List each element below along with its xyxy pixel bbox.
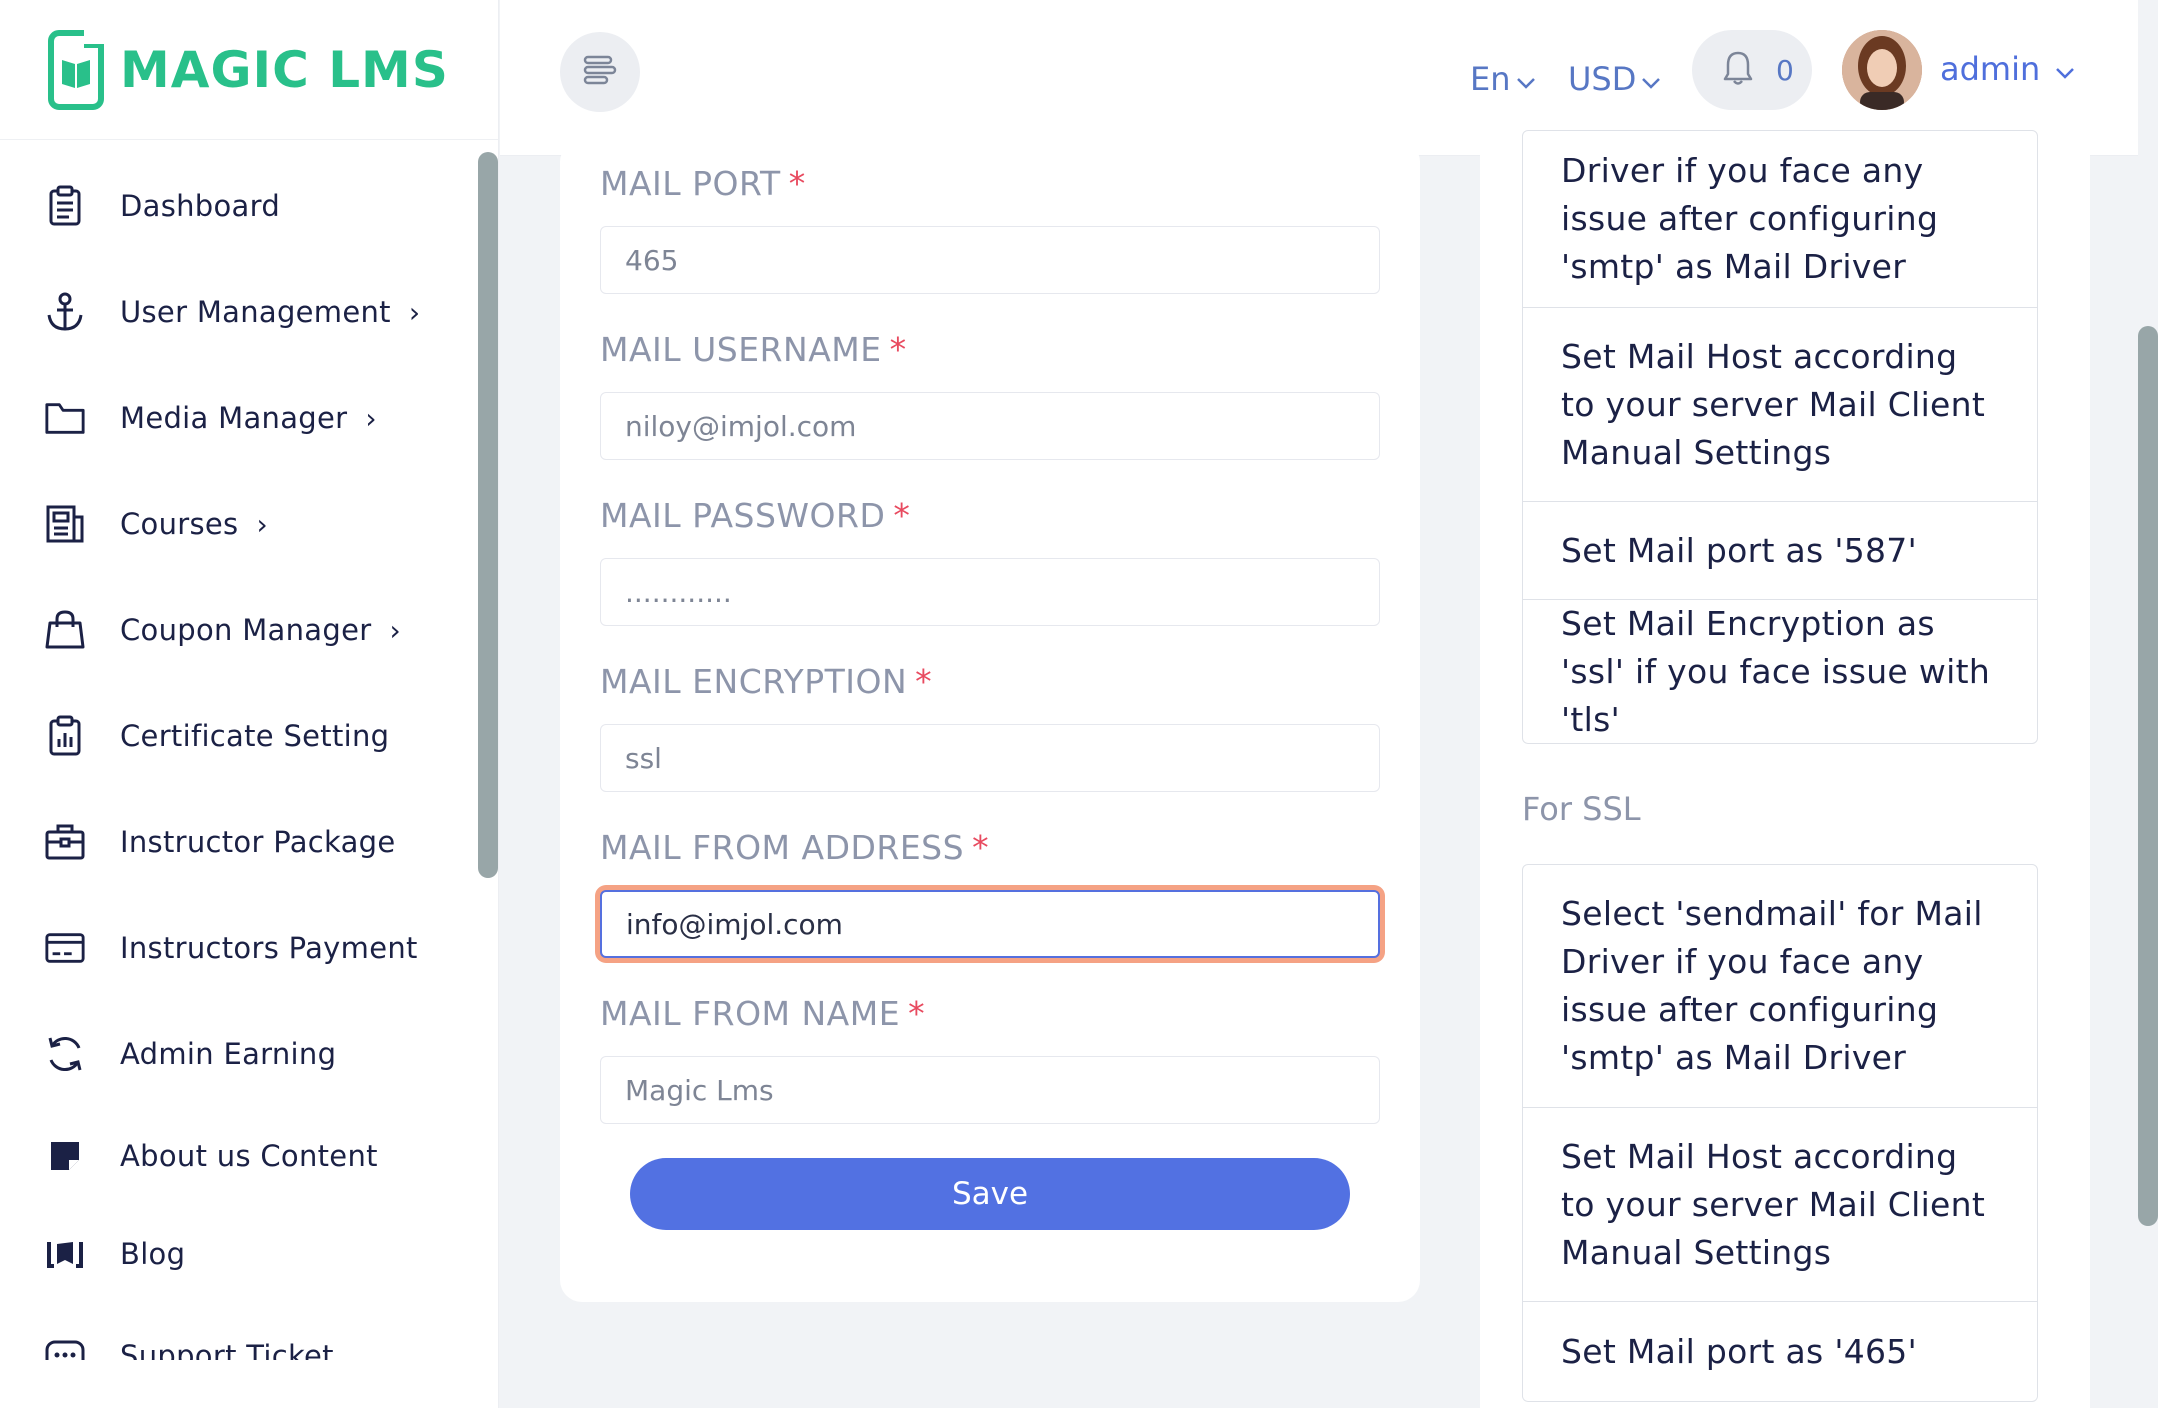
save-button[interactable]: Save (630, 1158, 1350, 1230)
list-item: Driver if you face any issue after confi… (1561, 151, 1939, 286)
menu-lines-icon (583, 55, 617, 89)
menu-toggle-button[interactable] (560, 32, 640, 112)
sidebar-item-label: Media Manager › (120, 401, 377, 435)
sidebar-item-label: About us Content (120, 1139, 378, 1173)
list-item: Set Mail Host according to your server M… (1523, 1107, 2037, 1301)
chevron-right-icon: › (256, 508, 268, 541)
sidebar-item-courses[interactable]: Courses › (0, 484, 470, 564)
mail-from-address-label: MAIL FROM ADDRESS * (600, 828, 990, 867)
sidebar-item-user-management[interactable]: User Management › (0, 272, 470, 352)
currency-selector[interactable]: USD (1568, 60, 1662, 98)
mail-encryption-label: MAIL ENCRYPTION * (600, 662, 933, 701)
sidebar-item-label: Support Ticket (120, 1339, 334, 1360)
chevron-right-icon: › (389, 614, 401, 647)
sidebar-item-coupon-manager[interactable]: Coupon Manager › (0, 590, 470, 670)
brand-logo[interactable]: MAGIC LMS (0, 0, 498, 140)
list-item: Set Mail Encryption as 'ssl' if you face… (1523, 599, 2037, 743)
sidebar-item-admin-earning[interactable]: Admin Earning (0, 1014, 470, 1094)
shopping-bag-icon (44, 609, 86, 651)
sidebar-item-label: Courses › (120, 507, 268, 541)
mail-port-input[interactable] (600, 226, 1380, 294)
sidebar-item-label: Admin Earning (120, 1037, 337, 1071)
avatar[interactable] (1842, 30, 1922, 110)
refresh-icon (44, 1033, 86, 1075)
list-item: Set Mail port as '465' (1523, 1301, 2037, 1401)
clipboard-icon (44, 185, 86, 227)
chevron-down-icon (1636, 60, 1662, 98)
chevron-down-icon (2040, 50, 2076, 88)
mail-port-label: MAIL PORT * (600, 164, 806, 203)
page-scrollbar-thumb[interactable] (2138, 326, 2158, 1226)
mail-guidance-panel: Driver if you face any issue after confi… (1480, 130, 2090, 1408)
mail-settings-form: MAIL PORT* MAIL USERNAME* MAIL PASSWORD*… (560, 140, 1420, 1302)
sidebar-item-label: Dashboard (120, 189, 281, 223)
sidebar-item-dashboard[interactable]: Dashboard (0, 166, 470, 246)
sidebar-scrollbar-thumb[interactable] (478, 152, 498, 878)
tls-guidance-list: Driver if you face any issue after confi… (1522, 130, 2038, 744)
sidebar-item-about-us-content[interactable]: About us Content (0, 1116, 470, 1196)
mail-from-name-label: MAIL FROM NAME * (600, 994, 926, 1033)
language-selector[interactable]: En (1470, 60, 1537, 98)
mail-password-input[interactable] (600, 558, 1380, 626)
list-item: Select 'sendmail' for Mail Driver if you… (1561, 894, 1983, 1077)
mail-from-address-input[interactable] (600, 890, 1380, 958)
brand-name: MAGIC LMS (120, 40, 449, 99)
sidebar-item-label: Coupon Manager › (120, 613, 401, 647)
sidebar-item-support-ticket[interactable]: Support Ticket (0, 1316, 470, 1360)
chevron-right-icon: › (408, 296, 421, 329)
ssl-guidance-list: Select 'sendmail' for Mail Driver if you… (1522, 864, 2038, 1402)
mail-encryption-input[interactable] (600, 724, 1380, 792)
sidebar-item-label: User Management › (120, 295, 421, 329)
briefcase-icon (44, 821, 86, 863)
user-menu[interactable]: admin (1940, 50, 2076, 88)
sidebar-nav: Dashboard User Management › Media Manager… (0, 150, 478, 1360)
sidebar-item-instructor-package[interactable]: Instructor Package (0, 802, 470, 882)
sidebar-item-media-manager[interactable]: Media Manager › (0, 378, 470, 458)
notification-count: 0 (1776, 53, 1794, 87)
bell-icon (1722, 50, 1754, 90)
sidebar-item-certificate-setting[interactable]: Certificate Setting (0, 696, 470, 776)
chevron-right-icon: › (365, 402, 377, 435)
sidebar-item-label: Certificate Setting (120, 719, 390, 753)
mail-password-label: MAIL PASSWORD * (600, 496, 911, 535)
ssl-section-title: For SSL (1522, 790, 1641, 828)
sidebar-item-label: Instructors Payment (120, 931, 418, 965)
mail-from-name-input[interactable] (600, 1056, 1380, 1124)
sidebar-item-instructors-payment[interactable]: Instructors Payment (0, 908, 470, 988)
sidebar-item-label: Instructor Package (120, 825, 396, 859)
chevron-down-icon (1511, 60, 1537, 98)
sidebar: MAGIC LMS Dashboard User Management › Med… (0, 0, 499, 1408)
credit-card-icon (44, 927, 86, 969)
list-item: Set Mail Host according to your server M… (1523, 307, 2037, 501)
mail-username-input[interactable] (600, 392, 1380, 460)
sidebar-item-blog[interactable]: Blog (0, 1214, 470, 1294)
notifications-button[interactable]: 0 (1692, 30, 1812, 110)
list-item: Set Mail port as '587' (1523, 501, 2037, 599)
blog-icon (44, 1233, 86, 1275)
mail-username-label: MAIL USERNAME * (600, 330, 907, 369)
chat-icon (44, 1335, 86, 1360)
folder-icon (44, 397, 86, 439)
sidebar-item-label: Blog (120, 1237, 186, 1271)
anchor-icon (44, 291, 86, 333)
chart-clipboard-icon (44, 715, 86, 757)
book-logo-icon (48, 29, 106, 110)
sticky-note-icon (44, 1135, 86, 1177)
newspaper-icon (44, 503, 86, 545)
